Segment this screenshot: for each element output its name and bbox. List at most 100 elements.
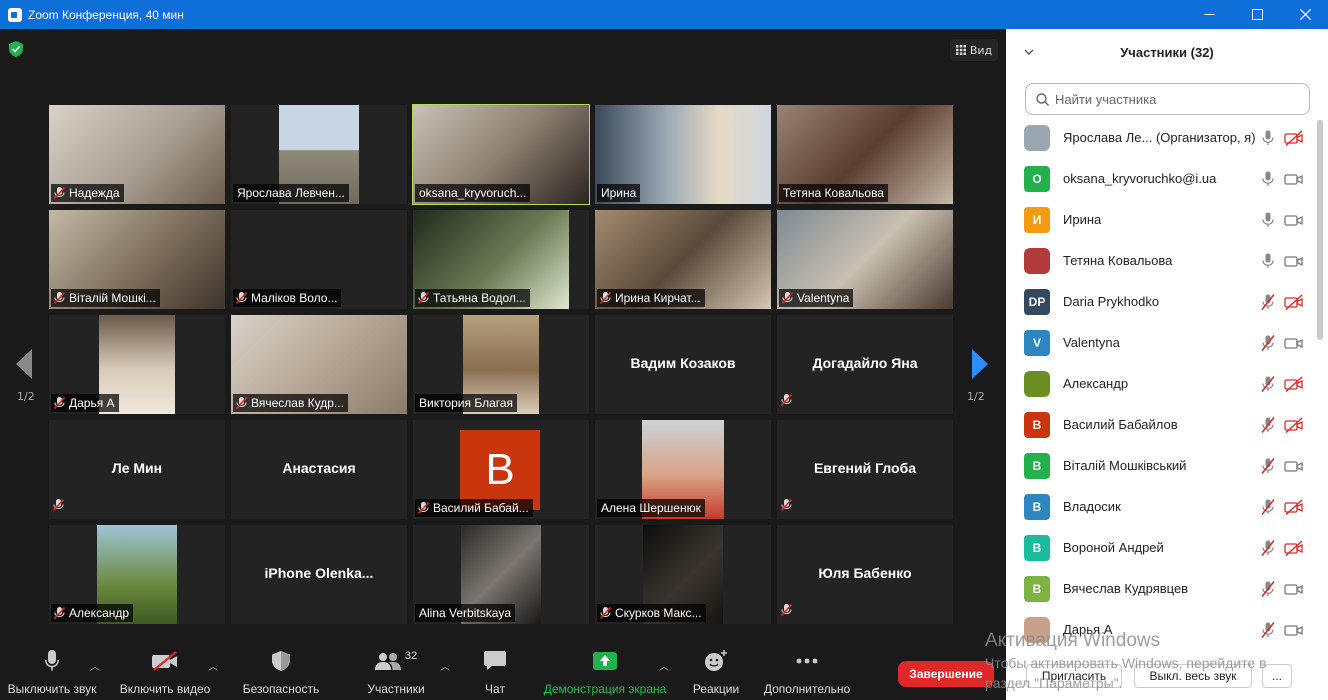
previous-page-arrow-icon[interactable] (14, 349, 34, 379)
camera-off-icon[interactable] (1284, 375, 1304, 392)
maximize-icon (1251, 9, 1263, 20)
camera-icon[interactable] (1284, 212, 1304, 228)
participant-row[interactable]: В Вороной Андрей (1006, 527, 1320, 568)
search-input[interactable] (1055, 91, 1295, 107)
share-screen-button[interactable]: Демонстрация экрана (540, 646, 670, 700)
camera-icon[interactable] (1284, 335, 1304, 351)
participant-row[interactable]: V Valentyna (1006, 322, 1320, 363)
view-button[interactable]: Вид (950, 39, 998, 61)
video-tile[interactable]: oksana_kryvoruch... (412, 104, 590, 205)
video-gallery: Вид 1/2 1/2 Надежда Ярослава Левчен... oks… (0, 29, 1006, 646)
video-tile[interactable]: Ле Мин (49, 420, 225, 519)
video-tile[interactable]: Татьяна Водол... (413, 210, 589, 309)
reactions-smiley-icon (705, 650, 727, 671)
microphone-muted-icon[interactable] (1261, 539, 1275, 556)
video-tile[interactable]: iPhone Olenka... (231, 525, 407, 624)
participant-row[interactable]: Дарья А (1006, 609, 1320, 650)
video-tile[interactable]: Юля Бабенко (777, 525, 953, 624)
share-options-caret-icon[interactable]: ︿ (659, 658, 669, 673)
camera-off-icon[interactable] (1284, 416, 1304, 433)
close-button[interactable] (1282, 0, 1328, 29)
camera-off-icon[interactable] (1284, 498, 1304, 515)
more-button[interactable]: Дополнительно (758, 646, 856, 700)
participant-search[interactable] (1025, 83, 1310, 115)
microphone-muted-icon[interactable] (1261, 457, 1275, 474)
participant-row[interactable]: В Віталій Мошківський (1006, 445, 1320, 486)
camera-off-icon[interactable] (1284, 539, 1304, 556)
participant-avatar (1024, 616, 1050, 643)
minimize-button[interactable] (1186, 0, 1232, 29)
participant-row[interactable]: DP Daria Prykhodko (1006, 281, 1320, 322)
video-tile[interactable]: Тетяна Ковальова (777, 105, 953, 204)
participants-scrollbar[interactable] (1317, 120, 1323, 340)
microphone-muted-icon[interactable] (1261, 580, 1275, 597)
microphone-muted-icon[interactable] (1261, 416, 1275, 433)
video-tile[interactable]: Анастасия (231, 420, 407, 519)
participant-name-label: Тетяна Ковальова (779, 184, 888, 202)
camera-icon[interactable] (1284, 581, 1304, 597)
microphone-muted-icon[interactable] (1261, 293, 1275, 310)
mute-all-button[interactable]: Выкл. весь звук (1134, 664, 1252, 688)
video-tile[interactable]: Маліков Воло... (231, 210, 407, 309)
video-tile[interactable]: Вадим Козаков (595, 315, 771, 414)
panel-more-button[interactable]: ... (1262, 664, 1292, 688)
video-tile[interactable]: Valentyna (777, 210, 953, 309)
video-tile[interactable]: Ирина (595, 105, 771, 204)
participants-caret-icon[interactable]: ︿ (440, 658, 450, 673)
audio-options-caret-icon[interactable]: ︿ (90, 658, 100, 673)
video-tile[interactable]: Виктория Благая (413, 315, 589, 414)
participant-row[interactable]: В Вячеслав Кудрявцев (1006, 568, 1320, 609)
video-tile[interactable]: Ярослава Левчен... (231, 105, 407, 204)
participant-row[interactable]: Ярослава Ле... (Организатор, я) (1006, 117, 1320, 158)
microphone-muted-icon[interactable] (1261, 375, 1275, 392)
video-tile[interactable]: Евгений Глоба (777, 420, 953, 519)
microphone-muted-icon[interactable] (1261, 621, 1275, 638)
camera-off-icon[interactable] (1284, 293, 1304, 310)
participant-row[interactable]: В Василий Бабайлов (1006, 404, 1320, 445)
video-tile[interactable]: Віталій Мошкі... (49, 210, 225, 309)
camera-off-icon[interactable] (1284, 129, 1304, 146)
camera-icon[interactable] (1284, 171, 1304, 187)
camera-icon[interactable] (1284, 622, 1304, 638)
microphone-icon[interactable] (1261, 253, 1275, 269)
participant-row[interactable]: Тетяна Ковальова (1006, 240, 1320, 281)
microphone-icon[interactable] (1261, 212, 1275, 228)
end-meeting-button[interactable]: Завершение (898, 661, 994, 687)
microphone-muted-icon (418, 292, 429, 304)
start-video-button[interactable]: Включить видео (114, 646, 216, 700)
video-tile[interactable]: Вячеслав Кудр... (231, 315, 407, 414)
reactions-label: Реакции (692, 682, 740, 696)
security-shield-icon[interactable] (9, 41, 23, 57)
chevron-down-icon[interactable] (1024, 48, 1034, 56)
microphone-muted-icon[interactable] (1261, 334, 1275, 351)
camera-icon[interactable] (1284, 458, 1304, 474)
video-tile[interactable]: Alina Verbitskaya (413, 525, 589, 624)
participants-button[interactable]: 32 Участники (356, 646, 436, 700)
maximize-button[interactable] (1234, 0, 1280, 29)
chat-button[interactable]: Чат (470, 646, 520, 700)
video-tile[interactable]: Дарья А (49, 315, 225, 414)
video-tile[interactable]: Догадайло Яна (777, 315, 953, 414)
video-tile[interactable]: Надежда (49, 105, 225, 204)
invite-button[interactable]: Пригласить (1026, 664, 1122, 688)
camera-icon[interactable] (1284, 253, 1304, 269)
next-page-arrow-icon[interactable] (970, 349, 990, 379)
participant-row[interactable]: Ooksana_kryvoruchko@i.ua (1006, 158, 1320, 199)
video-tile[interactable]: В Василий Бабай... (413, 420, 589, 519)
video-tile[interactable]: Алена Шершенюк (595, 420, 771, 519)
participant-row[interactable]: Александр (1006, 363, 1320, 404)
mute-button[interactable]: Выключить звук (0, 646, 104, 700)
participant-row[interactable]: В Владосик (1006, 486, 1320, 527)
reactions-button[interactable]: Реакции (688, 646, 744, 700)
video-tile[interactable]: Ирина Кирчат... (595, 210, 771, 309)
video-tile[interactable]: Скурков Макс... (595, 525, 771, 624)
microphone-icon[interactable] (1261, 130, 1275, 146)
video-options-caret-icon[interactable]: ︿ (208, 658, 218, 673)
microphone-muted-icon[interactable] (1261, 498, 1275, 515)
security-button[interactable]: Безопасность (236, 646, 326, 700)
microphone-icon[interactable] (1261, 171, 1275, 187)
video-tile[interactable]: Александр (49, 525, 225, 624)
panel-title: Участники (32) (1120, 44, 1214, 60)
microphone-icon (45, 650, 59, 671)
participant-row[interactable]: И Ирина (1006, 199, 1320, 240)
